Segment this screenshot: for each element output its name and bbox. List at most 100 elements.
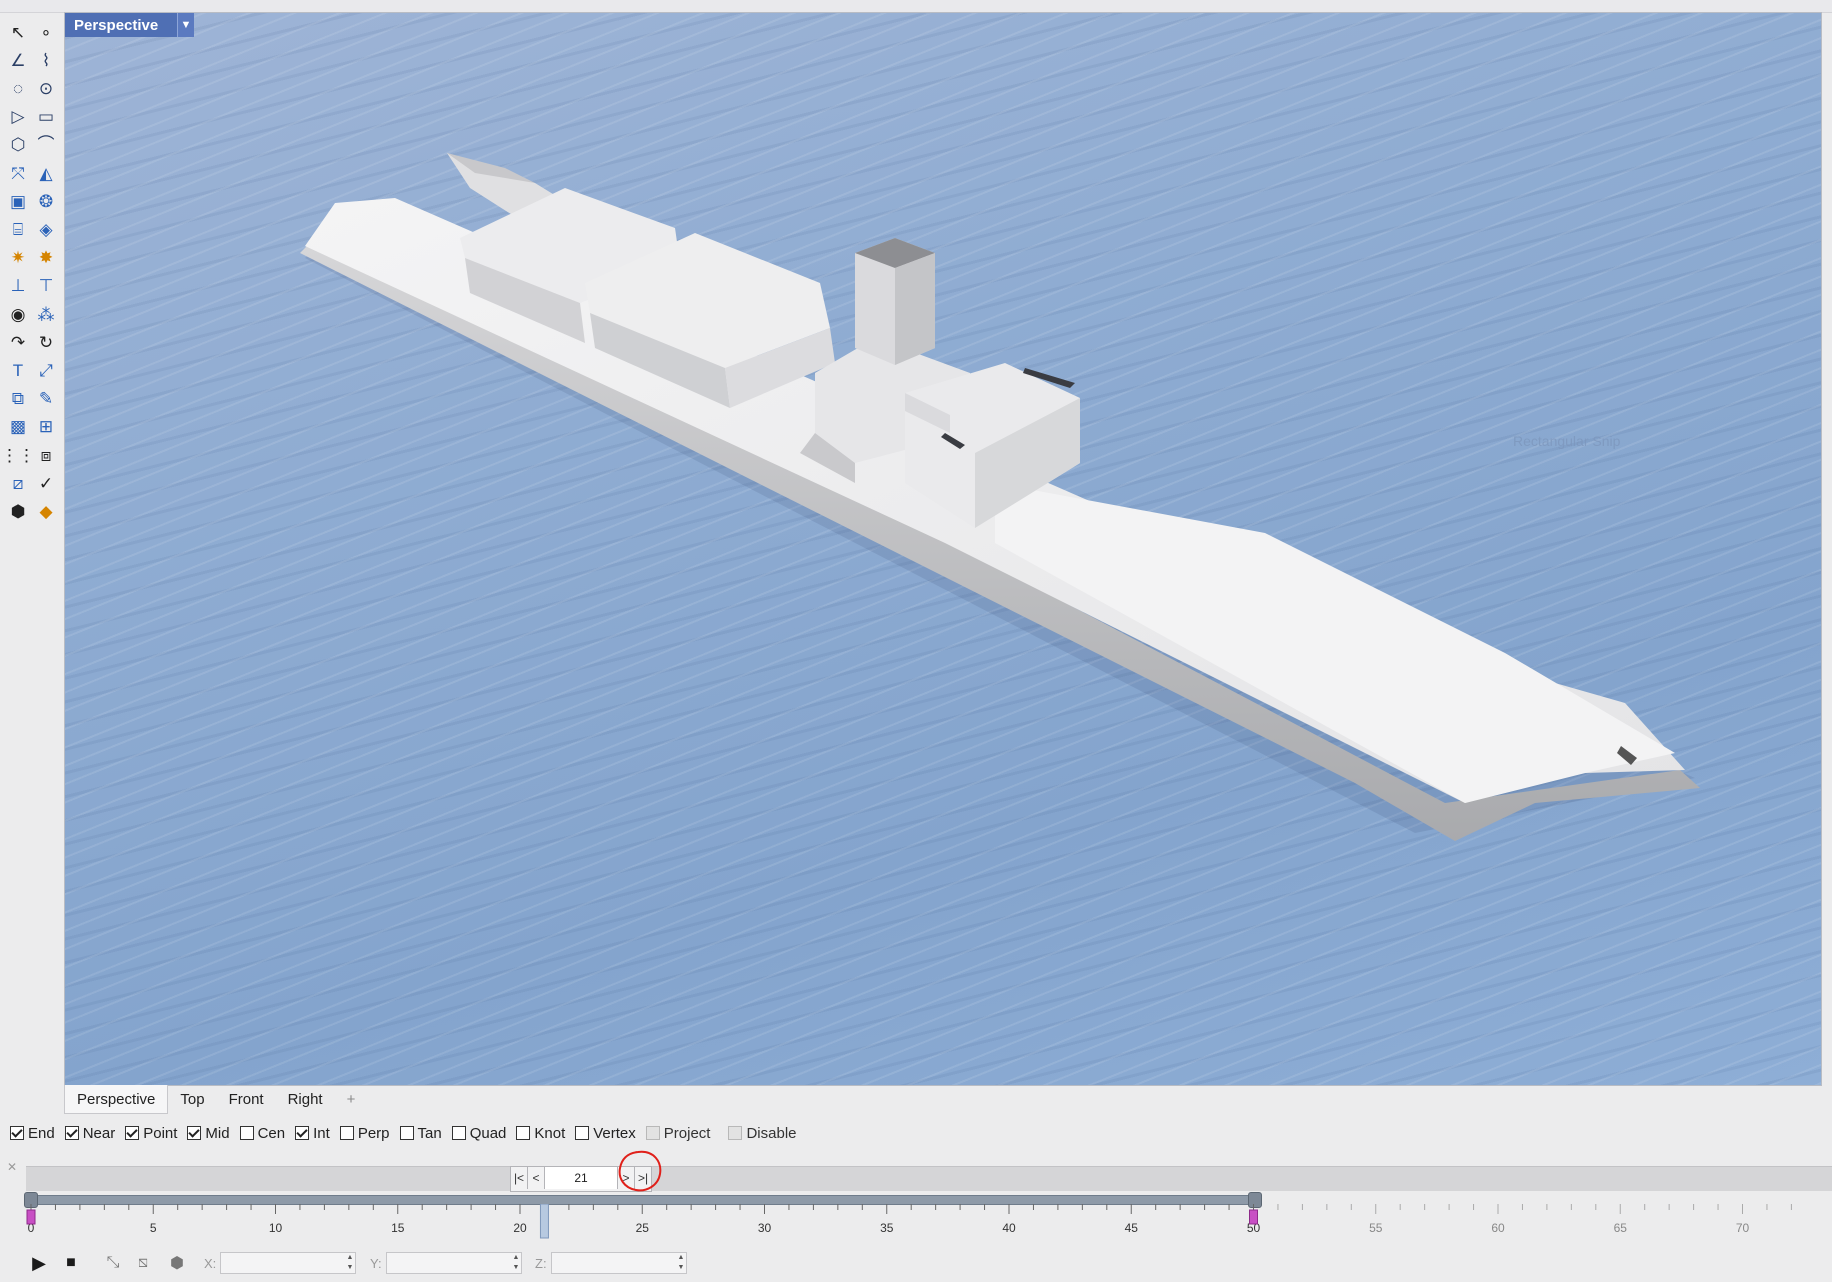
y-spinner[interactable]: ▲ ▼: [511, 1253, 521, 1273]
explode-icon[interactable]: ✸: [34, 246, 58, 270]
fillet-icon[interactable]: ↷: [6, 330, 30, 354]
solid-icon[interactable]: ◉: [6, 302, 30, 326]
osnap-tan[interactable]: Tan: [399, 1124, 442, 1142]
z-field[interactable]: ▲ ▼: [551, 1252, 687, 1274]
frame-field[interactable]: 21: [545, 1167, 618, 1189]
close-icon[interactable]: ✕: [7, 1160, 17, 1174]
y-field[interactable]: ▲ ▼: [386, 1252, 522, 1274]
osnap-knot[interactable]: Knot: [516, 1125, 565, 1142]
osnap-int[interactable]: Int: [295, 1125, 330, 1142]
cylinder-icon[interactable]: ⌸: [6, 217, 30, 241]
checkbox-icon[interactable]: [239, 1126, 254, 1140]
rectangle-icon[interactable]: ▭: [34, 105, 58, 129]
checkbox-icon[interactable]: [295, 1126, 310, 1140]
playback-row: ▶ ■ ⤡ ⧅ ⬢ X: ▲ ▼ Y: ▲ ▼ Z: ▲ ▼: [0, 1248, 1832, 1280]
text-icon[interactable]: T: [6, 358, 30, 382]
annotation-circle: [618, 1150, 662, 1192]
checkbox-icon[interactable]: [575, 1126, 590, 1140]
arc-icon[interactable]: ⌒: [34, 133, 58, 157]
scale-icon[interactable]: ⤢: [34, 358, 58, 382]
dimension-icon[interactable]: ⊞: [34, 415, 58, 439]
osnap-point[interactable]: Point: [125, 1125, 177, 1142]
layers-icon[interactable]: ⧈: [34, 443, 58, 467]
checkbox-icon[interactable]: [516, 1126, 531, 1140]
x-field[interactable]: ▲ ▼: [220, 1252, 356, 1274]
osnap-disable[interactable]: Disable: [728, 1125, 797, 1142]
check-icon[interactable]: ✓: [34, 471, 58, 495]
box-icon[interactable]: ▣: [6, 189, 30, 213]
viewport-menu-caret-icon[interactable]: ▼: [177, 13, 194, 37]
osnap-end[interactable]: End: [10, 1125, 55, 1142]
object-tool-icon[interactable]: ⬢: [168, 1254, 186, 1272]
range-end-key[interactable]: [1249, 1209, 1258, 1225]
light-icon[interactable]: ◆: [34, 499, 58, 523]
keyframe-tool-icon[interactable]: ⧅: [134, 1254, 152, 1272]
edit-icon[interactable]: ✎: [34, 387, 58, 411]
block-icon[interactable]: ▩: [6, 415, 30, 439]
x-spinner[interactable]: ▲ ▼: [345, 1253, 355, 1273]
hexagon-icon[interactable]: ⬡: [6, 133, 30, 157]
ship-model[interactable]: [65, 13, 1821, 1085]
current-frame-marker[interactable]: [539, 1204, 549, 1239]
spheres-icon[interactable]: ⁂: [34, 302, 58, 326]
array-icon[interactable]: ⋮⋮: [1, 443, 35, 467]
checkbox-icon[interactable]: [10, 1126, 24, 1140]
add-viewport-tab-icon[interactable]: +: [335, 1085, 368, 1113]
checkbox-icon[interactable]: [399, 1126, 414, 1140]
extrude-icon[interactable]: ⊥: [6, 274, 30, 298]
osnap-label: Cen: [257, 1124, 286, 1142]
surface-icon[interactable]: ◭: [34, 161, 58, 185]
ellipse-icon[interactable]: ⊙: [34, 76, 58, 100]
z-spinner[interactable]: ▲ ▼: [676, 1253, 686, 1273]
checkbox-icon[interactable]: [339, 1126, 354, 1140]
group-icon[interactable]: ⧉: [6, 387, 30, 411]
boolean-union-icon[interactable]: ❂: [34, 189, 58, 213]
circle-icon[interactable]: ◌: [6, 76, 30, 100]
frame-ruler[interactable]: 0 5 10 15 20 25 30 35 40 45 50 55 60 65 70: [0, 1204, 1832, 1244]
transform-icon[interactable]: ⤧: [6, 161, 30, 185]
osnap-label: Point: [143, 1124, 178, 1142]
checkbox-icon[interactable]: [187, 1126, 202, 1140]
osnap-near[interactable]: Near: [64, 1125, 115, 1142]
first-frame-button[interactable]: |<: [511, 1167, 528, 1189]
stop-icon[interactable]: ■: [62, 1254, 80, 1272]
checkbox-icon[interactable]: [645, 1126, 660, 1140]
prev-frame-button[interactable]: <: [528, 1167, 545, 1189]
viewport-title[interactable]: Perspective: [65, 13, 177, 37]
polyline-icon[interactable]: ∠: [6, 48, 30, 72]
ruler-tick-label: 15: [391, 1221, 405, 1235]
perspective-viewport[interactable]: Perspective ▼ Rectangular Snip: [64, 12, 1822, 1086]
checkbox-icon[interactable]: [728, 1126, 743, 1140]
osnap-mid[interactable]: Mid: [187, 1125, 230, 1142]
ruler-tick-label: 70: [1736, 1221, 1750, 1235]
y-label: Y:: [370, 1256, 382, 1271]
point-icon[interactable]: ∘: [34, 20, 58, 44]
osnap-cen[interactable]: Cen: [239, 1124, 286, 1142]
gear-icon[interactable]: ✷: [6, 246, 30, 270]
tab-front[interactable]: Front: [217, 1085, 276, 1113]
play-icon[interactable]: ▶: [30, 1253, 48, 1273]
analyze-icon[interactable]: ⧄: [6, 471, 30, 495]
select-arrow-icon[interactable]: ↖: [6, 20, 30, 44]
range-start-key[interactable]: [26, 1209, 36, 1225]
curve-points-icon[interactable]: ⌇: [34, 48, 58, 72]
tab-right[interactable]: Right: [276, 1085, 335, 1113]
render-icon[interactable]: ⬢: [6, 499, 30, 523]
blend-icon[interactable]: ↻: [34, 330, 58, 354]
mesh-icon[interactable]: ◈: [34, 217, 58, 241]
tab-top[interactable]: Top: [168, 1085, 216, 1113]
osnap-perp[interactable]: Perp: [339, 1125, 390, 1142]
checkbox-icon[interactable]: [125, 1126, 140, 1140]
osnap-label: Tan: [417, 1124, 442, 1142]
checkbox-icon[interactable]: [451, 1126, 466, 1140]
checkbox-icon[interactable]: [64, 1126, 79, 1140]
z-label: Z:: [535, 1256, 547, 1271]
tab-perspective[interactable]: Perspective: [64, 1085, 169, 1114]
osnap-vertex[interactable]: Vertex: [575, 1125, 636, 1142]
osnap-quad[interactable]: Quad: [451, 1125, 506, 1142]
plane-icon[interactable]: ⊤: [34, 274, 58, 298]
polygon-icon[interactable]: ▷: [6, 105, 30, 129]
record-path-icon[interactable]: ⤡: [104, 1254, 122, 1272]
timeline-bar[interactable]: [26, 1166, 1832, 1191]
osnap-project[interactable]: Project: [645, 1125, 710, 1142]
